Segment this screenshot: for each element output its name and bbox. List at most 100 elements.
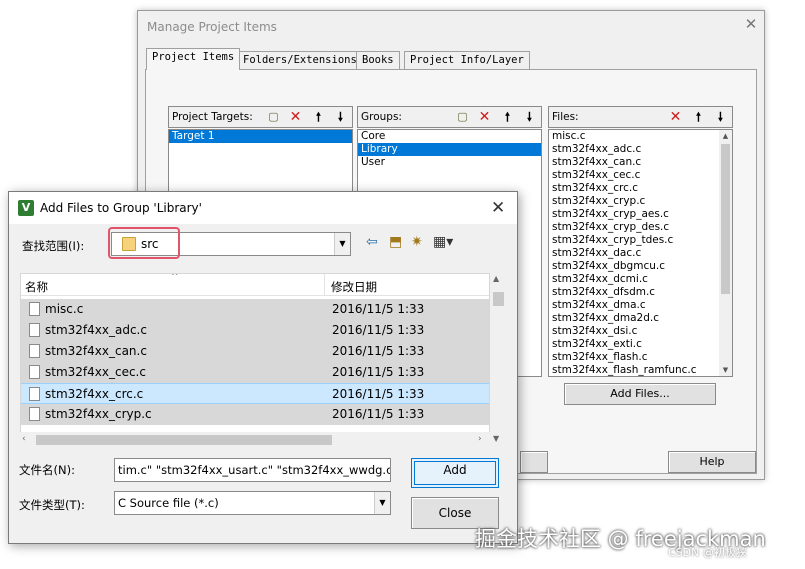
move-up-icon[interactable]: 🠕 [310,109,327,125]
list-item[interactable]: Core [358,130,541,143]
sort-caret-icon: ^ [171,273,179,282]
delete-icon[interactable]: ✕ [287,109,304,125]
column-name[interactable]: 名称 [25,279,48,295]
tab-books[interactable]: Books [356,51,400,69]
list-item[interactable]: stm32f4xx_dsi.c [549,325,732,338]
new-item-icon[interactable]: ▢ [265,109,282,125]
file-date: 2016/11/5 1:33 [332,365,425,379]
file-date: 2016/11/5 1:33 [332,387,425,401]
scroll-down-icon[interactable]: ▼ [719,364,732,376]
add-files-button[interactable]: Add Files... [564,383,716,405]
file-date: 2016/11/5 1:33 [332,323,425,337]
tab-project-items[interactable]: Project Items [146,48,241,70]
files-scrollbar[interactable]: ▲ ▼ [719,130,732,376]
title-bar: V Add Files to Group 'Library' ✕ [9,192,517,224]
file-icon [29,302,40,316]
list-item[interactable]: misc.c [549,130,732,143]
table-row[interactable]: stm32f4xx_can.c 2016/11/5 1:33 [21,341,489,362]
groups-header: Groups: ▢ ✕ 🠕 🠗 [357,106,542,128]
file-date: 2016/11/5 1:33 [332,407,425,421]
table-row[interactable]: misc.c 2016/11/5 1:33 [21,299,489,320]
list-item[interactable]: stm32f4xx_crc.c [549,182,732,195]
list-item[interactable]: stm32f4xx_dfsdm.c [549,286,732,299]
table-row-selected[interactable]: stm32f4xx_crc.c 2016/11/5 1:33 [21,383,489,404]
list-item[interactable]: stm32f4xx_cryp_des.c [549,221,732,234]
file-type-select[interactable]: C Source file (*.c) ▼ [114,491,391,515]
table-row[interactable]: stm32f4xx_cec.c 2016/11/5 1:33 [21,362,489,383]
list-item[interactable]: stm32f4xx_dma2d.c [549,312,732,325]
tab-folders-extensions[interactable]: Folders/Extensions [237,51,363,69]
scroll-thumb[interactable] [36,435,332,445]
project-targets-label: Project Targets: [172,111,253,123]
keil-app-icon: V [18,200,34,216]
chevron-down-icon[interactable]: ▼ [334,233,350,255]
scroll-thumb[interactable] [721,144,730,294]
add-button[interactable]: Add [411,458,499,488]
move-down-icon[interactable]: 🠗 [332,109,349,125]
list-item[interactable]: stm32f4xx_flash.c [549,351,732,364]
move-up-icon[interactable]: 🠕 [690,109,707,125]
delete-icon[interactable]: ✕ [667,109,684,125]
list-item[interactable]: Target 1 [169,130,352,143]
scroll-up-icon[interactable]: ▲ [719,130,732,142]
list-item[interactable]: stm32f4xx_cryp_tdes.c [549,234,732,247]
move-down-icon[interactable]: 🠗 [521,109,538,125]
column-date[interactable]: 修改日期 [331,279,377,295]
help-button[interactable]: Help [668,451,756,473]
file-icon [29,387,40,401]
file-list-vertical-scrollbar[interactable]: ▲ ▼ [490,273,507,448]
list-item[interactable]: stm32f4xx_exti.c [549,338,732,351]
file-name: stm32f4xx_cryp.c [45,407,152,421]
file-list[interactable]: ^ 名称 修改日期 misc.c 2016/11/5 1:33 stm32f4x… [20,273,490,448]
file-icon [29,323,40,337]
file-name: stm32f4xx_cec.c [45,365,146,379]
files-header: Files: ✕ 🠕 🠗 [548,106,733,128]
file-type-label: 文件类型(T): [19,498,85,512]
list-item[interactable]: stm32f4xx_cec.c [549,169,732,182]
list-item[interactable]: stm32f4xx_dbgmcu.c [549,260,732,273]
file-icon [29,407,40,421]
list-item[interactable]: stm32f4xx_flash_ramfunc.c [549,364,732,376]
file-type-value: C Source file (*.c) [118,496,219,510]
file-icon [29,344,40,358]
file-name-input[interactable]: tim.c" "stm32f4xx_usart.c" "stm32f4xx_ww… [114,458,391,482]
list-item[interactable]: User [358,156,541,169]
highlight-box [108,227,180,259]
file-icon [29,365,40,379]
files-label: Files: [552,111,579,123]
close-icon[interactable]: ✕ [742,15,760,33]
add-files-dialog: V Add Files to Group 'Library' ✕ 查找范围(I)… [8,191,518,544]
scroll-down-icon[interactable]: ▼ [493,434,499,443]
move-down-icon[interactable]: 🠗 [712,109,729,125]
list-item[interactable]: stm32f4xx_dcmi.c [549,273,732,286]
list-item[interactable]: Library [358,143,541,156]
file-list-horizontal-scrollbar[interactable]: ‹ › [20,432,490,448]
close-icon[interactable]: ✕ [491,198,505,218]
list-item[interactable]: stm32f4xx_adc.c [549,143,732,156]
delete-icon[interactable]: ✕ [476,109,493,125]
table-row[interactable]: stm32f4xx_cryp.c 2016/11/5 1:33 [21,404,489,425]
column-separator[interactable] [324,274,325,296]
file-name: stm32f4xx_crc.c [45,387,144,401]
scroll-right-icon[interactable]: › [478,434,482,444]
table-row[interactable]: stm32f4xx_adc.c 2016/11/5 1:33 [21,320,489,341]
scroll-left-icon[interactable]: ‹ [22,434,26,444]
new-folder-icon[interactable]: ✷ [411,234,423,250]
back-arrow-icon[interactable]: ⇦ [366,234,378,250]
list-item[interactable]: stm32f4xx_dma.c [549,299,732,312]
files-list[interactable]: misc.c stm32f4xx_adc.c stm32f4xx_can.c s… [548,129,733,377]
list-item[interactable]: stm32f4xx_cryp.c [549,195,732,208]
move-up-icon[interactable]: 🠕 [499,109,516,125]
view-menu-icon[interactable]: ▦▾ [433,234,453,250]
tab-project-info-layer[interactable]: Project Info/Layer [404,51,530,69]
list-item[interactable]: stm32f4xx_dac.c [549,247,732,260]
file-name: stm32f4xx_can.c [45,344,147,358]
new-item-icon[interactable]: ▢ [454,109,471,125]
partial-button[interactable] [520,451,548,473]
scroll-up-icon[interactable]: ▲ [493,274,499,283]
list-item[interactable]: stm32f4xx_can.c [549,156,732,169]
chevron-down-icon[interactable]: ▼ [374,492,390,514]
up-folder-icon[interactable]: ⬒ [389,234,402,250]
list-item[interactable]: stm32f4xx_cryp_aes.c [549,208,732,221]
scroll-thumb[interactable] [493,292,504,306]
